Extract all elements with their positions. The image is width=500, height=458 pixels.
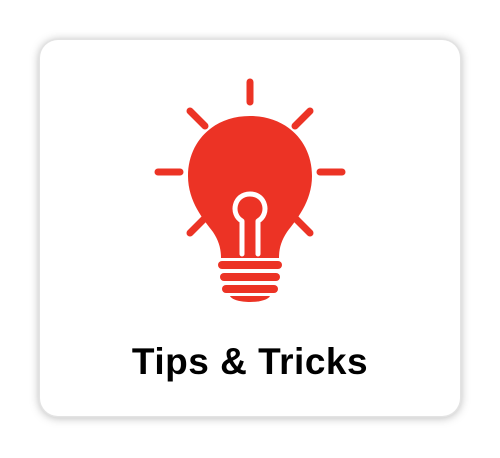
card-title: Tips & Tricks <box>131 341 369 382</box>
tips-and-tricks-card[interactable]: Tips & Tricks <box>40 40 460 416</box>
lightbulb-icon <box>154 78 346 302</box>
